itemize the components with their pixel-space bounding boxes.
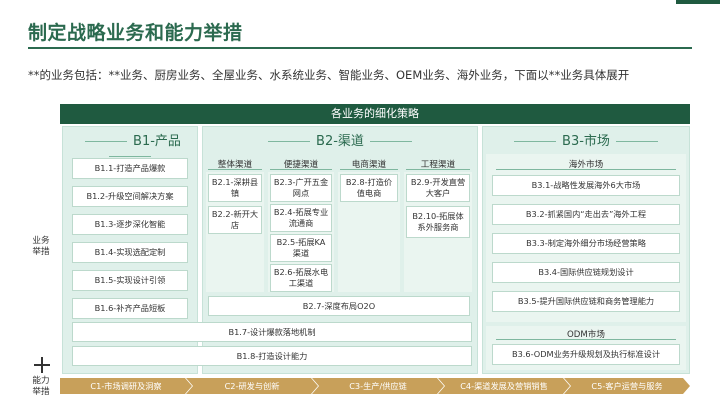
page-title: 制定战略业务和能力举措 bbox=[28, 22, 243, 44]
capability-step: C4-渠道发展及营销销售 bbox=[438, 378, 570, 394]
b3-item: B3.4-国际供应链规划设计 bbox=[492, 262, 680, 283]
b1-title-line-right bbox=[109, 156, 151, 157]
b2-title-line-right bbox=[369, 141, 412, 142]
b1-item: B1.5-实现设计引领 bbox=[72, 270, 188, 291]
b2-item: B2.8-打造价值电商 bbox=[340, 174, 398, 202]
overseas-line bbox=[496, 169, 676, 170]
b3-title-text: B3-市场 bbox=[562, 134, 610, 149]
b2-title: B2-渠道 bbox=[202, 130, 478, 149]
business-label-text: 业务 举措 bbox=[32, 236, 50, 257]
top-accent-bar bbox=[676, 0, 720, 4]
b2-wide-item: B2.7-深度布局O2O bbox=[208, 296, 470, 316]
capability-step: C5-客户运营与服务 bbox=[564, 378, 690, 394]
sub-channel-line bbox=[406, 169, 470, 170]
b2-title-text: B2-渠道 bbox=[316, 134, 364, 149]
b2-item: B2.5-拓展KA渠道 bbox=[270, 234, 332, 262]
b2-item: B2.2-新开大店 bbox=[208, 206, 262, 234]
b1-item: B1.1-打造产品爆款 bbox=[72, 158, 188, 179]
odm-line bbox=[496, 339, 676, 340]
b3-odm-item: B3.6-ODM业务升级规划及执行标准设计 bbox=[492, 344, 680, 365]
capability-step: C3-生产/供应链 bbox=[312, 378, 444, 394]
b1-title-line-left bbox=[85, 141, 128, 142]
b2-item: B2.6-拓展水电工渠道 bbox=[270, 264, 332, 292]
b1-item: B1.6-补齐产品短板 bbox=[72, 298, 188, 319]
b3-title: B3-市场 bbox=[482, 130, 690, 149]
b3-item: B3.3-制定海外细分市场经营策略 bbox=[492, 233, 680, 254]
b3-title-line-right bbox=[615, 141, 658, 142]
b2-item: B2.3-广开五金网点 bbox=[270, 174, 332, 202]
b1-wide-item: B1.7-设计爆款落地机制 bbox=[72, 322, 472, 342]
title-underline bbox=[28, 47, 692, 49]
capability-step: C1-市场调研及洞察 bbox=[60, 378, 192, 394]
b1-item: B1.3-逐步深化智能 bbox=[72, 214, 188, 235]
b1-wide-item: B1.8-打造设计能力 bbox=[72, 346, 472, 366]
business-label: 业务 举措 bbox=[30, 236, 52, 258]
intro-text: **的业务包括：**业务、厨房业务、全屋业务、水系统业务、智能业务、OEM业务、… bbox=[28, 68, 630, 82]
b3-title-line-left bbox=[514, 141, 557, 142]
strategy-header: 各业务的细化策略 bbox=[60, 104, 690, 124]
b2-item: B2.10-拓展体系外服务商 bbox=[406, 206, 470, 238]
b2-item: B2.4-拓展专业流通商 bbox=[270, 204, 332, 232]
b2-item: B2.9-开发直营大客户 bbox=[406, 174, 470, 202]
capability-step: C2-研发与创新 bbox=[186, 378, 318, 394]
sub-channel-line bbox=[208, 169, 262, 170]
capability-label-text: 能力 举措 bbox=[32, 376, 50, 397]
b3-item: B3.1-战略性发展海外6大市场 bbox=[492, 175, 680, 196]
b1-item: B1.2-升级空间解决方案 bbox=[72, 186, 188, 207]
b3-item: B3.5-提升国际供应链和商务管理能力 bbox=[492, 291, 680, 312]
b2-title-line-left bbox=[268, 141, 311, 142]
sub-channel-line bbox=[340, 169, 398, 170]
capability-label: 能力 举措 bbox=[30, 376, 52, 398]
b1-item: B1.4-实现选配定制 bbox=[72, 242, 188, 263]
b3-item: B3.2-抓紧国内“走出去”海外工程 bbox=[492, 204, 680, 225]
b1-title-text: B1-产品 bbox=[133, 134, 181, 149]
b2-item: B2.1-深耕县镇 bbox=[208, 174, 262, 202]
plus-icon bbox=[34, 357, 50, 373]
sub-channel-line bbox=[270, 169, 332, 170]
